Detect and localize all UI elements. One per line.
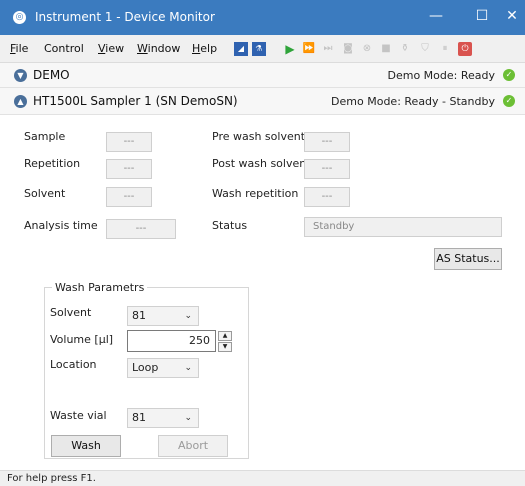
close-button[interactable]: ✕: [489, 0, 525, 35]
sample-field: ---: [106, 132, 152, 152]
post-wash-label: Post wash solvent: [212, 157, 311, 170]
sampler-panel: Sample --- Repetition --- Solvent --- An…: [0, 115, 525, 470]
sampler-section[interactable]: ▲ HT1500L Sampler 1 (SN DemoSN) Demo Mod…: [0, 88, 525, 115]
wash-solvent-select[interactable]: 81 ⌄: [127, 306, 199, 326]
injector-icon[interactable]: ⛉: [418, 42, 432, 56]
analysis-time-field: ---: [106, 219, 176, 239]
camera-icon[interactable]: ◙: [341, 42, 355, 56]
spin-up-icon[interactable]: ▲: [218, 331, 232, 341]
wash-button[interactable]: Wash: [51, 435, 121, 457]
menu-file[interactable]: File: [10, 42, 28, 55]
pause-icon[interactable]: ⏸: [438, 42, 452, 56]
sampler-status: Demo Mode: Ready - Standby: [331, 95, 495, 108]
location-value: Loop: [132, 361, 159, 374]
step-icon[interactable]: ⏭: [321, 42, 335, 56]
chart-icon[interactable]: ◢: [234, 42, 248, 56]
menu-view[interactable]: View: [98, 42, 124, 55]
minimize-button[interactable]: —: [413, 0, 459, 35]
chevron-down-icon[interactable]: ▼: [14, 69, 27, 82]
pre-wash-field: ---: [304, 132, 350, 152]
window-title: Instrument 1 - Device Monitor: [35, 10, 215, 24]
menu-bar: File Control View Window Help ◢ ⚗ ▶ ⏩ ⏭ …: [0, 35, 525, 63]
menu-control[interactable]: Control: [44, 42, 84, 55]
method-icon[interactable]: ⚗: [252, 42, 266, 56]
waste-vial-value: 81: [132, 411, 146, 424]
spin-down-icon[interactable]: ▼: [218, 342, 232, 352]
vial-icon[interactable]: ⚱: [398, 42, 412, 56]
abort-button[interactable]: Abort: [158, 435, 228, 457]
volume-label: Volume [µl]: [50, 333, 114, 346]
status-bar-text: For help press F1.: [7, 473, 96, 484]
location-select[interactable]: Loop ⌄: [127, 358, 199, 378]
chevron-down-icon: ⌄: [184, 363, 192, 373]
solvent-field: ---: [106, 187, 152, 207]
wash-solvent-label: Solvent: [50, 306, 92, 319]
waste-vial-select[interactable]: 81 ⌄: [127, 408, 199, 428]
wash-solvent-value: 81: [132, 309, 146, 322]
title-bar: ◎ Instrument 1 - Device Monitor — ☐ ✕: [0, 0, 525, 35]
status-field: Standby: [304, 217, 502, 237]
check-icon: ✓: [503, 95, 515, 107]
demo-title: DEMO: [33, 68, 70, 82]
sample-label: Sample: [24, 130, 66, 143]
chevron-down-icon: ⌄: [184, 311, 192, 321]
chevron-down-icon: ⌄: [184, 413, 192, 423]
analysis-time-label: Analysis time: [24, 219, 98, 232]
volume-input[interactable]: 250: [127, 330, 216, 352]
repetition-field: ---: [106, 159, 152, 179]
stop-icon[interactable]: ■: [379, 42, 393, 56]
waste-vial-label: Waste vial: [50, 409, 107, 422]
solvent-label: Solvent: [24, 187, 66, 200]
menu-help[interactable]: Help: [192, 42, 217, 55]
app-icon: ◎: [13, 11, 26, 24]
sampler-title: HT1500L Sampler 1 (SN DemoSN): [33, 94, 238, 108]
pre-wash-label: Pre wash solvent: [212, 130, 306, 143]
repetition-label: Repetition: [24, 157, 81, 170]
as-status-button[interactable]: AS Status...: [434, 248, 502, 270]
check-icon: ✓: [503, 69, 515, 81]
demo-section[interactable]: ▼ DEMO Demo Mode: Ready ✓: [0, 63, 525, 88]
power-icon[interactable]: ⏻: [458, 42, 472, 56]
location-label: Location: [50, 358, 97, 371]
wash-repetition-field: ---: [304, 187, 350, 207]
fast-forward-icon[interactable]: ⏩: [302, 42, 316, 56]
cancel-icon[interactable]: ⊗: [360, 42, 374, 56]
wash-repetition-label: Wash repetition: [212, 187, 299, 200]
demo-status: Demo Mode: Ready: [387, 69, 495, 82]
run-icon[interactable]: ▶: [283, 42, 297, 56]
wash-group-title: Wash Parametrs: [52, 281, 148, 294]
chevron-up-icon[interactable]: ▲: [14, 95, 27, 108]
post-wash-field: ---: [304, 159, 350, 179]
menu-window[interactable]: Window: [137, 42, 180, 55]
status-label: Status: [212, 219, 248, 232]
status-bar: For help press F1.: [0, 470, 525, 486]
